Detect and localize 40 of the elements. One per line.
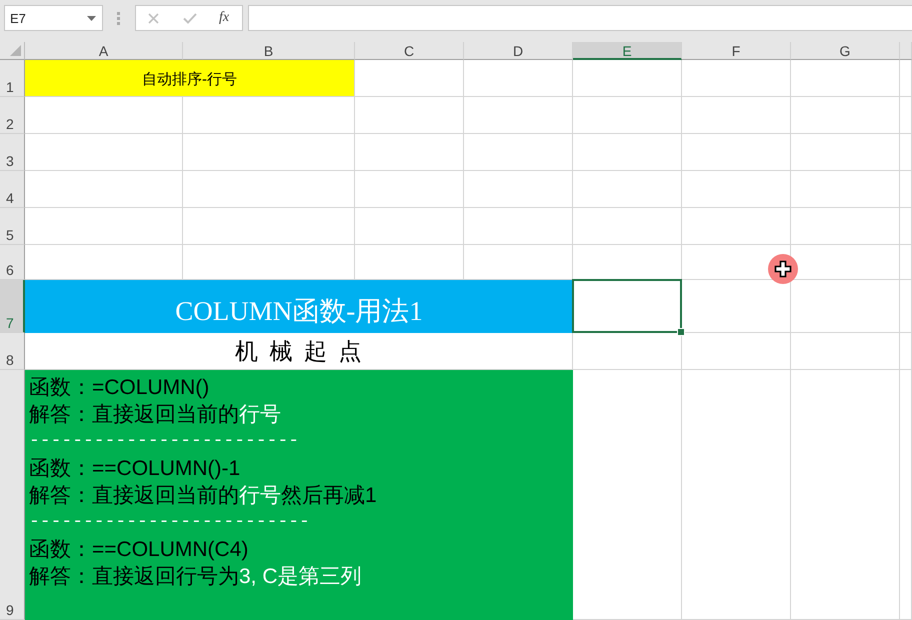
caption-cell: 自动排序-行号 [25,60,355,97]
separator-text: ------------------------- [29,430,300,453]
row-header[interactable]: 5 [0,208,25,245]
note-text: 解答：直接返回当前的行号 [29,402,281,428]
row-header[interactable]: 3 [0,134,25,171]
cancel-icon[interactable] [148,12,159,24]
grip-icon [117,12,120,25]
column-header[interactable]: E [573,42,682,60]
column-header[interactable]: B [183,42,355,60]
note-text: 函数：==COLUMN(C4) [29,537,248,563]
fill-handle[interactable] [677,328,685,336]
name-box[interactable]: E7 [4,5,103,31]
column-header[interactable] [900,42,912,60]
row-header[interactable]: 8 [0,333,25,370]
insert-function-button[interactable]: fx [219,10,230,26]
column-header[interactable]: C [355,42,464,60]
note-text: 函数：==COLUMN()-1 [29,456,240,482]
selected-cell[interactable] [572,279,682,333]
row-header[interactable]: 6 [0,245,25,280]
separator-text: -------------------------- [29,511,310,534]
cursor-icon [768,254,798,284]
column-header[interactable]: G [791,42,900,60]
column-header[interactable]: D [464,42,573,60]
subheading-cell: 机 械 起 点 [25,333,573,370]
note-text: 解答：直接返回当前的行号然后再减1 [29,483,377,509]
row-header[interactable]: 1 [0,60,25,97]
formula-field[interactable] [248,5,912,31]
column-header[interactable]: A [25,42,183,60]
row-header[interactable]: 4 [0,171,25,208]
select-all-button[interactable] [0,42,25,60]
row-header[interactable]: 2 [0,97,25,134]
caret-icon [87,16,96,20]
column-header[interactable]: F [682,42,791,60]
row-header[interactable]: 9 [0,370,25,620]
note-text: 解答：直接返回行号为3, C是第三列 [29,564,362,590]
heading-cell: COLUMN函数-用法1 [25,280,573,333]
note-text: 函数：=COLUMN() [29,375,210,401]
triangle-icon [10,45,21,56]
row-header[interactable]: 7 [0,280,25,333]
check-icon[interactable] [183,12,197,24]
